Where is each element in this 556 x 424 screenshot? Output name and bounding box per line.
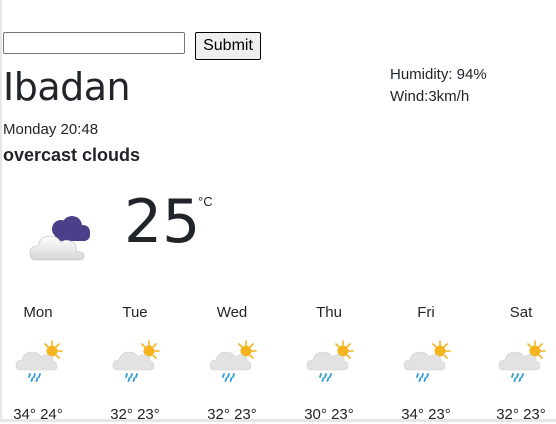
- forecast-temps: 32° 23°: [207, 406, 257, 423]
- date-time: Monday 20:48: [3, 121, 99, 138]
- search-input[interactable]: [3, 32, 185, 54]
- forecast-day-name: Tue: [122, 304, 148, 321]
- forecast-day: Wed 32° 23°: [197, 300, 267, 423]
- forecast-day-name: Sat: [509, 304, 533, 321]
- overcast-clouds-icon: [28, 214, 98, 266]
- forecast-day: Thu 30° 23°: [294, 300, 364, 423]
- sun-rain-cloud-icon: [112, 340, 162, 384]
- forecast-temps: 30° 23°: [304, 406, 354, 423]
- sun-rain-cloud-icon: [15, 340, 65, 384]
- sun-rain-cloud-icon: [403, 340, 453, 384]
- forecast-temps: 32° 23°: [110, 406, 160, 423]
- forecast-day-name: Mon: [23, 304, 53, 321]
- temperature-unit: °C: [198, 194, 213, 209]
- forecast-day: Tue 32° 23°: [100, 300, 170, 423]
- humidity-text: Humidity: 94%: [390, 66, 487, 83]
- current-temperature: 25: [124, 187, 201, 257]
- forecast-temps: 32° 23°: [496, 406, 546, 423]
- forecast-day: Sat 32° 23°: [486, 300, 556, 423]
- forecast-day-name: Thu: [316, 304, 342, 321]
- forecast-day-name: Fri: [417, 304, 435, 321]
- submit-button[interactable]: Submit: [195, 32, 261, 60]
- forecast-day-name: Wed: [216, 304, 248, 321]
- weather-details: Humidity: 94% Wind:3km/h: [390, 64, 487, 108]
- forecast-row: Mon 34° 24° Tue 32° 23° Wed 32° 23° Thu …: [0, 300, 556, 423]
- sun-rain-cloud-icon: [209, 340, 259, 384]
- sun-rain-cloud-icon: [306, 340, 356, 384]
- forecast-temps: 34° 24°: [13, 406, 63, 423]
- forecast-day: Fri 34° 23°: [391, 300, 461, 423]
- forecast-day: Mon 34° 24°: [3, 300, 73, 423]
- city-name: Ibadan: [3, 65, 131, 109]
- sun-rain-cloud-icon: [498, 340, 548, 384]
- weather-description: overcast clouds: [3, 145, 141, 165]
- forecast-temps: 34° 23°: [401, 406, 451, 423]
- wind-text: Wind:3km/h: [390, 88, 470, 105]
